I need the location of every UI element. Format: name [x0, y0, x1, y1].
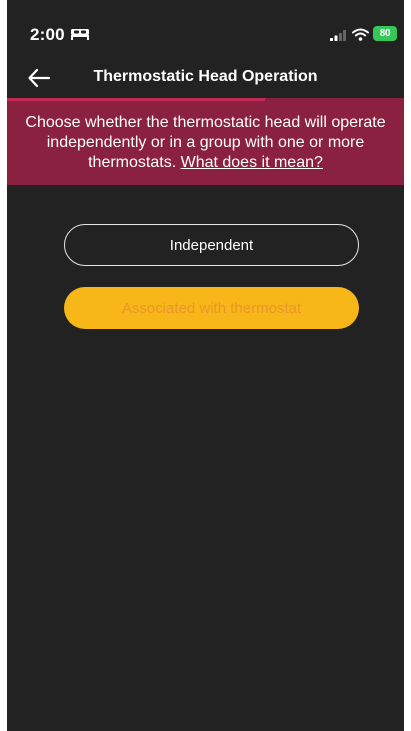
status-time: 2:00	[30, 25, 65, 44]
navigation-header: Thermostatic Head Operation	[7, 54, 404, 100]
independent-option-label: Independent	[169, 236, 254, 254]
associated-option-label: Associated with thermostat	[121, 299, 302, 317]
status-bar: 2:00 80	[7, 0, 404, 54]
wifi-icon	[352, 28, 369, 41]
independent-option-button[interactable]: Independent	[64, 224, 359, 266]
page-title: Thermostatic Head Operation	[93, 68, 318, 85]
what-does-it-mean-link[interactable]: What does it mean?	[181, 154, 323, 171]
app-screen: 2:00 80 Thermostatic Head Operation Choo…	[7, 0, 404, 731]
info-banner-text-block: Choose whether the thermostatic head wil…	[13, 113, 398, 173]
cellular-signal-icon	[330, 30, 346, 41]
info-banner: Choose whether the thermostatic head wil…	[7, 101, 404, 185]
bed-icon	[71, 29, 89, 40]
associated-with-thermostat-option-button[interactable]: Associated with thermostat	[64, 287, 359, 329]
battery-icon: 80	[373, 26, 397, 41]
battery-level: 80	[379, 28, 391, 39]
